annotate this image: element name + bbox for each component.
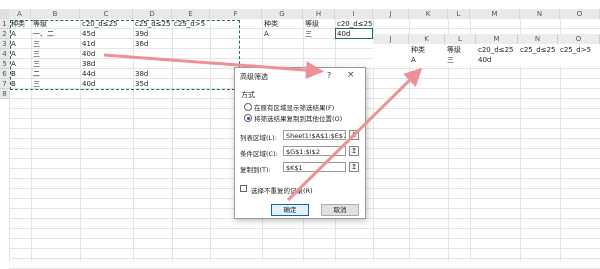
annotation-arrows xyxy=(103,53,423,202)
arrow-from-ok-to-output xyxy=(286,67,423,202)
arrow-to-list-input xyxy=(103,53,324,80)
